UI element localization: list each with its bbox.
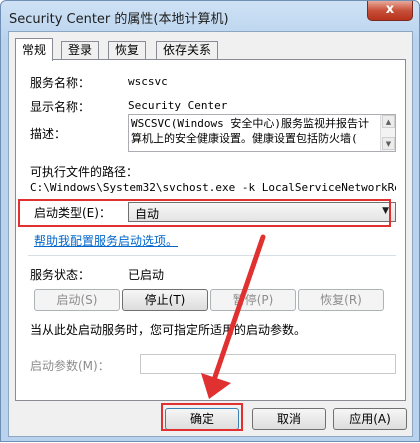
ok-button[interactable]: 确定	[165, 408, 239, 430]
close-button[interactable]: x	[367, 1, 413, 21]
start-params-input[interactable]	[140, 354, 396, 374]
scroll-up-icon[interactable]: ▲	[382, 115, 395, 128]
title-bar[interactable]: Security Center 的属性(本地计算机) x	[1, 1, 419, 31]
service-status-value: 已启动	[128, 268, 165, 282]
start-params-hint: 当从此处启动服务时，您可指定所适用的启动参数。	[30, 323, 307, 337]
pause-button[interactable]: 暂停(P)	[210, 289, 296, 311]
dialog-client: 常规 登录 恢复 依存关系 服务名称： wscsvc 显示名称： Securit…	[8, 31, 413, 437]
startup-type-select[interactable]: 自动 ▼	[128, 202, 396, 222]
description-scrollbar[interactable]: ▲ ▼	[380, 115, 395, 151]
apply-button[interactable]: 应用(A)	[333, 408, 407, 430]
tab-dependencies[interactable]: 依存关系	[156, 41, 219, 60]
tab-logon[interactable]: 登录	[61, 41, 100, 60]
start-button[interactable]: 启动(S)	[34, 289, 120, 311]
display-name-value: Security Center	[128, 99, 228, 112]
description-line-1: WSCSVC(Windows 安全中心)服务监视并报告计	[131, 117, 369, 130]
separator	[28, 255, 396, 256]
display-name-label: 显示名称：	[30, 100, 91, 114]
properties-window: Security Center 的属性(本地计算机) x 常规 登录 恢复 依存…	[0, 0, 420, 442]
resume-button[interactable]: 恢复(R)	[298, 289, 384, 311]
window-title: Security Center 的属性(本地计算机)	[9, 12, 229, 27]
start-params-label: 启动参数(M)：	[30, 359, 110, 373]
help-configure-link[interactable]: 帮助我配置服务启动选项。	[34, 232, 178, 249]
startup-type-value: 自动	[135, 207, 160, 221]
tab-general[interactable]: 常规	[15, 38, 54, 61]
cancel-button[interactable]: 取消	[252, 408, 326, 430]
scroll-down-icon[interactable]: ▼	[382, 137, 395, 150]
description-label: 描述：	[30, 127, 67, 141]
service-name-value: wscsvc	[128, 75, 168, 88]
description-line-2: 算机上的安全健康设置。健康设置包括防火墙(	[131, 132, 358, 145]
service-name-label: 服务名称：	[30, 76, 91, 90]
service-status-label: 服务状态：	[30, 268, 91, 282]
description-box[interactable]: WSCSVC(Windows 安全中心)服务监视并报告计 算机上的安全健康设置。…	[128, 114, 396, 152]
general-panel: 服务名称： wscsvc 显示名称： Security Center 描述： W…	[15, 59, 406, 401]
exec-path-value: C:\Windows\System32\svchost.exe -k Local…	[30, 181, 396, 194]
chevron-down-icon: ▼	[382, 206, 389, 216]
tab-recovery[interactable]: 恢复	[108, 41, 147, 60]
exec-path-label: 可执行文件的路径：	[30, 165, 139, 179]
description-text: WSCSVC(Windows 安全中心)服务监视并报告计 算机上的安全健康设置。…	[131, 116, 379, 146]
stop-button[interactable]: 停止(T)	[122, 289, 208, 311]
startup-type-label: 启动类型(E)：	[34, 206, 111, 220]
